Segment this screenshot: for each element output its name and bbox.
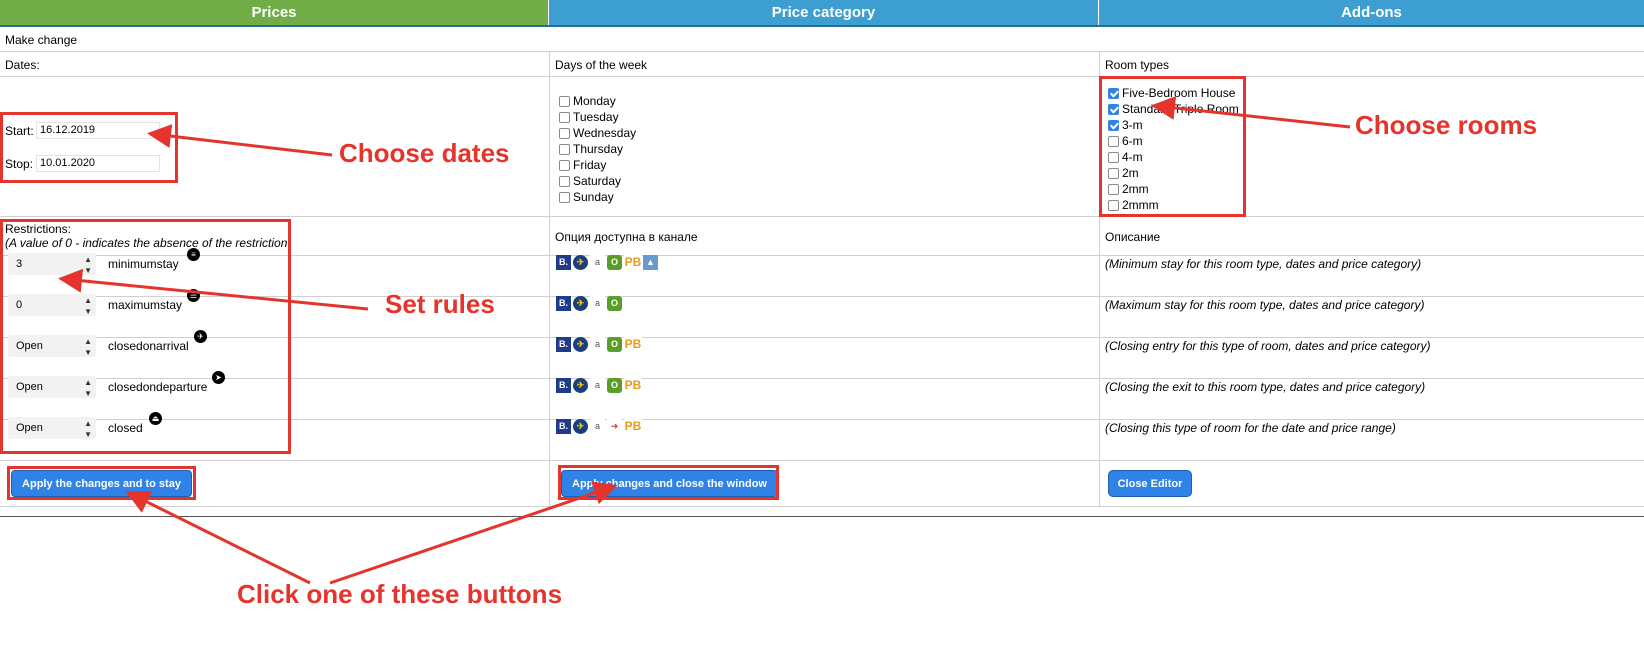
room-types-label: Room types bbox=[1105, 58, 1170, 72]
agoda-channel-icon: a bbox=[590, 255, 605, 270]
booking-channel-icon: B. bbox=[556, 337, 571, 352]
tab-prices[interactable]: Prices bbox=[0, 0, 549, 25]
pb-channel-icon: PB bbox=[624, 337, 642, 352]
divider bbox=[0, 76, 1644, 77]
channel-availability-header: Опция доступна в канале bbox=[555, 230, 698, 244]
ostrovok-channel-icon: O bbox=[607, 337, 622, 352]
ostrovok-channel-icon: O bbox=[607, 378, 622, 393]
annotation-choose-rooms: Choose rooms bbox=[1355, 110, 1538, 140]
dates-label: Dates: bbox=[5, 58, 40, 72]
annotation-box-apply-stay bbox=[7, 466, 196, 500]
annotation-box-rooms bbox=[1099, 76, 1246, 217]
annotation-box-dates bbox=[0, 112, 178, 183]
ostrovok-channel-icon: O bbox=[607, 255, 622, 270]
day-checkbox[interactable] bbox=[559, 160, 570, 171]
agoda-channel-icon: a bbox=[590, 378, 605, 393]
restriction-description: (Closing the exit to this room type, dat… bbox=[1105, 380, 1426, 394]
column-divider bbox=[549, 51, 550, 506]
day-checkbox[interactable] bbox=[559, 112, 570, 123]
booking-channel-icon: B. bbox=[556, 378, 571, 393]
pb-channel-icon: PB bbox=[624, 378, 642, 393]
divider bbox=[0, 460, 1644, 461]
expedia-channel-icon: ✈ bbox=[573, 255, 588, 270]
annotation-choose-dates: Choose dates bbox=[339, 138, 510, 168]
tab-add-ons[interactable]: Add-ons bbox=[1099, 0, 1644, 25]
tab-underline bbox=[0, 25, 1644, 27]
divider bbox=[0, 216, 1644, 217]
restriction-description: (Maximum stay for this room type, dates … bbox=[1105, 298, 1425, 312]
restriction-description: (Closing entry for this type of room, da… bbox=[1105, 339, 1431, 353]
day-label: Tuesday bbox=[573, 110, 619, 124]
annotation-box-apply-close bbox=[558, 465, 779, 500]
divider bbox=[0, 506, 1644, 507]
ostrovok-channel-icon: O bbox=[607, 296, 622, 311]
divider bbox=[0, 516, 1644, 517]
expedia-channel-icon: ✈ bbox=[573, 337, 588, 352]
expedia-channel-icon: ✈ bbox=[573, 419, 588, 434]
arrow-to-dates bbox=[147, 124, 333, 157]
annotation-box-rules bbox=[0, 219, 291, 454]
day-label: Monday bbox=[573, 94, 616, 108]
description-header: Описание bbox=[1105, 230, 1161, 244]
arrow-to-apply-stay bbox=[125, 491, 311, 585]
arrow-to-apply-close bbox=[329, 481, 618, 585]
day-checkbox[interactable] bbox=[559, 128, 570, 139]
day-checkbox[interactable] bbox=[559, 176, 570, 187]
day-label: Friday bbox=[573, 158, 607, 172]
day-label: Thursday bbox=[573, 142, 624, 156]
tab-bar: Prices Price category Add-ons bbox=[0, 0, 1644, 27]
days-of-week-label: Days of the week bbox=[555, 58, 648, 72]
divider bbox=[0, 51, 1644, 52]
restriction-description: (Closing this type of room for the date … bbox=[1105, 421, 1396, 435]
agoda-channel-icon: a bbox=[590, 296, 605, 311]
day-checkbox[interactable] bbox=[559, 144, 570, 155]
booking-channel-icon: B. bbox=[556, 255, 571, 270]
close-editor-button[interactable]: Close Editor bbox=[1108, 470, 1192, 497]
pb-channel-icon: PB bbox=[624, 419, 642, 434]
booking-channel-icon: B. bbox=[556, 419, 571, 434]
day-label: Wednesday bbox=[573, 126, 637, 140]
booking-channel-icon: B. bbox=[556, 296, 571, 311]
day-label: Sunday bbox=[573, 190, 614, 204]
expedia-channel-icon: ✈ bbox=[573, 296, 588, 311]
pb-channel-icon: PB bbox=[624, 255, 642, 270]
annotation-set-rules: Set rules bbox=[385, 289, 495, 319]
agoda-channel-icon: a bbox=[590, 337, 605, 352]
restriction-description: (Minimum stay for this room type, dates … bbox=[1105, 257, 1422, 271]
day-checkbox[interactable] bbox=[559, 192, 570, 203]
agoda-channel-icon: a bbox=[590, 419, 605, 434]
annotation-click-buttons: Click one of these buttons bbox=[237, 579, 563, 609]
redirect-channel-icon: ➜ bbox=[607, 419, 622, 434]
expedia-channel-icon: ✈ bbox=[573, 378, 588, 393]
day-label: Saturday bbox=[573, 174, 622, 188]
airbnb-channel-icon: ▲ bbox=[643, 255, 658, 270]
tab-price-category[interactable]: Price category bbox=[549, 0, 1099, 25]
make-change-label: Make change bbox=[5, 33, 78, 47]
day-checkbox[interactable] bbox=[559, 96, 570, 107]
